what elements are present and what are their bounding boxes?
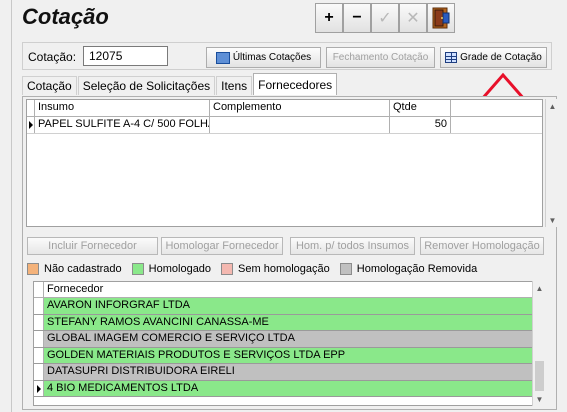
cotacao-panel: Cotação: 12075 Últimas Cotações Fechamen…	[22, 42, 552, 70]
confirm-record-button[interactable]: ✓	[371, 3, 399, 33]
cell-insumo[interactable]: PAPEL SULFITE A-4 C/ 500 FOLHAS	[35, 117, 210, 133]
scroll-up-icon[interactable]: ▲	[533, 281, 546, 295]
insumos-grid-header: Insumo Complemento Qtde	[27, 100, 542, 117]
cell-qtde[interactable]: 50	[390, 117, 451, 133]
row-indicator	[27, 117, 35, 133]
scroll-down-icon[interactable]: ▼	[546, 213, 559, 227]
legend-item-nao-cadastrado: Não cadastrado	[27, 263, 122, 275]
cell-fornecedor[interactable]: 4 BIO MEDICAMENTOS LTDA	[44, 380, 544, 396]
column-header-complemento[interactable]: Complemento	[210, 100, 390, 116]
exit-door-button[interactable]	[427, 3, 455, 33]
grade-cotacao-label: Grade de Cotação	[460, 52, 542, 63]
legend-item-homologado: Homologado	[131, 263, 212, 275]
row-indicator	[34, 314, 44, 330]
add-record-button[interactable]: +	[315, 3, 343, 33]
legend-swatch	[221, 263, 234, 275]
legend-label: Homologado	[148, 263, 212, 275]
cell-complemento[interactable]	[210, 117, 390, 133]
ultimas-cotacoes-button[interactable]: Últimas Cotações	[206, 47, 321, 68]
cotacao-number-field[interactable]: 12075	[83, 46, 168, 66]
column-header-fornecedor[interactable]: Fornecedor	[44, 282, 106, 297]
grade-cotacao-button[interactable]: Grade de Cotação	[440, 47, 547, 68]
table-row[interactable]: STEFANY RAMOS AVANCINI CANASSA-ME	[34, 314, 544, 331]
cotacao-label: Cotação:	[28, 50, 77, 64]
table-row[interactable]: AVARON INFORGRAF LTDA	[34, 298, 544, 315]
legend-label: Homologação Removida	[356, 263, 478, 275]
legend-swatch	[27, 263, 39, 275]
row-indicator	[34, 380, 44, 396]
table-row[interactable]: GLOBAL IMAGEM COMERCIO E SERVIÇO LTDA	[34, 331, 544, 348]
column-header-qtde[interactable]: Qtde	[390, 100, 451, 116]
row-indicator	[34, 298, 44, 314]
tree-icon	[215, 51, 230, 64]
row-indicator-header	[34, 282, 44, 297]
cell-fornecedor[interactable]: GOLDEN MATERIAIS PRODUTOS E SERVIÇOS LTD…	[44, 347, 544, 363]
insumos-scrollbar[interactable]: ▲ ▼	[545, 99, 558, 227]
scroll-down-icon[interactable]: ▼	[533, 392, 546, 406]
legend-swatch	[131, 263, 144, 275]
cell-fornecedor[interactable]: GLOBAL IMAGEM COMERCIO E SERVIÇO LTDA	[44, 331, 544, 347]
row-indicator-header	[27, 100, 35, 116]
tab-bar: Cotação Seleção de Solicitações Itens Fo…	[22, 73, 338, 96]
tab-selecao-solicitacoes[interactable]: Seleção de Solicitações	[77, 76, 216, 95]
ultimas-cotacoes-label: Últimas Cotações	[232, 52, 312, 63]
homologar-todos-insumos-button[interactable]: Hom. p/ todos Insumos	[290, 237, 415, 255]
remover-homologacao-button[interactable]: Remover Homologação	[420, 237, 544, 255]
remove-record-button[interactable]: −	[343, 3, 371, 33]
cell-fornecedor[interactable]: STEFANY RAMOS AVANCINI CANASSA-ME	[44, 314, 544, 330]
row-indicator	[34, 364, 44, 380]
current-row-arrow-icon	[29, 121, 33, 129]
table-row[interactable]: GOLDEN MATERIAIS PRODUTOS E SERVIÇOS LTD…	[34, 347, 544, 364]
left-panel-edge	[0, 0, 12, 412]
page-title: Cotação	[22, 4, 109, 29]
cancel-record-button[interactable]: ✕	[399, 3, 427, 33]
fornecedores-scrollbar[interactable]: ▲ ▼	[532, 281, 545, 406]
tab-itens[interactable]: Itens	[216, 76, 253, 95]
table-row[interactable]: DATASUPRI DISTRIBUIDORA EIRELI	[34, 364, 544, 381]
tab-cotacao[interactable]: Cotação	[22, 76, 77, 95]
record-toolbar: + − ✓ ✕	[315, 3, 455, 33]
legend-item-sem-homologacao: Sem homologação	[221, 263, 330, 275]
legend-swatch	[339, 263, 352, 275]
row-indicator	[34, 347, 44, 363]
fornecedores-tab-content: Insumo Complemento Qtde PAPEL SULFITE A-…	[22, 96, 558, 410]
legend-label: Sem homologação	[238, 263, 330, 275]
insumos-grid[interactable]: Insumo Complemento Qtde PAPEL SULFITE A-…	[26, 99, 543, 227]
table-row[interactable]: 4 BIO MEDICAMENTOS LTDA	[34, 380, 544, 397]
scroll-up-icon[interactable]: ▲	[546, 99, 559, 113]
row-indicator	[34, 331, 44, 347]
column-header-insumo[interactable]: Insumo	[35, 100, 210, 116]
table-row[interactable]: PAPEL SULFITE A-4 C/ 500 FOLHAS 50	[27, 117, 542, 134]
tab-fornecedores[interactable]: Fornecedores	[253, 73, 338, 95]
fornecedores-grid-header: Fornecedor	[34, 282, 544, 298]
fornecedores-grid[interactable]: Fornecedor AVARON INFORGRAF LTDA STEFANY…	[33, 281, 545, 406]
current-row-arrow-icon	[37, 384, 41, 393]
cell-fornecedor[interactable]: DATASUPRI DISTRIBUIDORA EIRELI	[44, 364, 544, 380]
exit-door-icon	[432, 7, 450, 29]
fechamento-cotacao-button[interactable]: Fechamento Cotação	[326, 47, 435, 68]
grid-icon	[445, 52, 458, 63]
legend-item-homologacao-removida: Homologação Removida	[339, 263, 478, 275]
cell-fornecedor[interactable]: AVARON INFORGRAF LTDA	[44, 298, 544, 314]
status-legend: Não cadastrado Homologado Sem homologaçã…	[27, 261, 487, 277]
scrollbar-thumb[interactable]	[535, 361, 544, 391]
homologar-fornecedor-button[interactable]: Homologar Fornecedor	[161, 237, 283, 255]
incluir-fornecedor-button[interactable]: Incluir Fornecedor	[27, 237, 158, 255]
fechamento-cotacao-label: Fechamento Cotação	[332, 52, 429, 63]
legend-label: Não cadastrado	[44, 263, 122, 275]
